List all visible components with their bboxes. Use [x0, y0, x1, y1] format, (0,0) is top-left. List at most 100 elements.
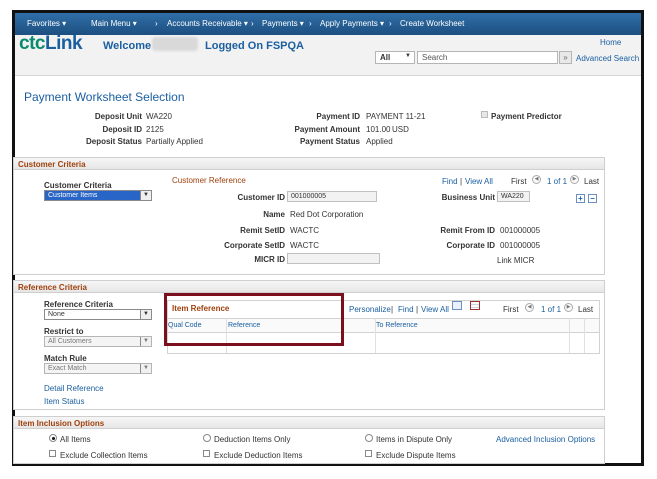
add-row-button[interactable]: +: [576, 194, 585, 203]
restrict-to-select[interactable]: All Customers ▼: [44, 336, 152, 347]
customer-first-label: First: [511, 177, 527, 186]
nav-separator-2: ›: [251, 19, 254, 28]
match-rule-select[interactable]: Exact Match ▼: [44, 363, 152, 374]
grid-pager: 1 of 1: [541, 305, 562, 314]
customer-id-field: 001000005: [287, 191, 377, 202]
exclude-deduction-checkbox[interactable]: [203, 450, 210, 457]
deduction-items-only-radio[interactable]: [203, 434, 211, 442]
remit-setid-value: WACTC: [290, 226, 320, 235]
payment-predictor-label: Payment Predictor: [491, 112, 562, 121]
zoom-grid-icon[interactable]: [452, 301, 462, 310]
user-name-redacted: [152, 37, 198, 51]
name-value: Red Dot Corporation: [290, 210, 364, 219]
item-status-link[interactable]: Item Status: [44, 397, 84, 406]
customer-criteria-header: Customer Criteria: [14, 158, 604, 170]
deduction-items-only-label: Deduction Items Only: [214, 435, 291, 444]
match-rule-label: Match Rule: [44, 354, 87, 363]
customer-criteria-select[interactable]: Customer Items ▼: [44, 190, 152, 201]
page-title: Payment Worksheet Selection: [24, 90, 185, 104]
deposit-unit-value: WA220: [146, 112, 172, 121]
payment-amount-label: Payment Amount: [294, 125, 361, 134]
exclude-dispute-checkbox[interactable]: [365, 450, 372, 457]
grid-separator-2: |: [416, 305, 419, 314]
grid-find-link[interactable]: Find: [398, 305, 414, 314]
search-scope-select[interactable]: All ▼: [375, 51, 415, 64]
remit-setid-label: Remit SetID: [240, 226, 285, 235]
grid-last-label: Last: [578, 305, 594, 314]
customer-next-icon[interactable]: ▶: [570, 175, 579, 185]
personalize-link[interactable]: Personalize: [349, 305, 391, 314]
logged-on-text: Logged On FSPQA: [205, 40, 304, 52]
corporate-id-value: 001000005: [500, 241, 541, 250]
item-inclusion-header: Item Inclusion Options: [14, 417, 604, 429]
nav-create-worksheet[interactable]: Create Worksheet: [400, 19, 464, 28]
delete-row-button[interactable]: −: [588, 194, 597, 203]
link-micr-text: Link MICR: [497, 256, 535, 265]
customer-pager: 1 of 1: [547, 177, 568, 186]
exclude-dispute-label: Exclude Dispute Items: [376, 451, 456, 460]
grid-view-all-link[interactable]: View All: [421, 305, 449, 314]
nav-separator-4: ›: [389, 19, 392, 28]
corporate-setid-label: Corporate SetID: [224, 241, 285, 250]
reference-criteria-select[interactable]: None ▼: [44, 309, 152, 320]
grid-col-divider-4: [584, 318, 585, 353]
nav-separator-3: ›: [309, 19, 312, 28]
nav-bar: Favorites ▾ Main Menu ▾ › Accounts Recei…: [15, 13, 641, 35]
payment-status-label: Payment Status: [299, 137, 360, 146]
corporate-id-label: Corporate ID: [446, 241, 495, 250]
nav-apply-payments[interactable]: Apply Payments ▾: [320, 19, 384, 28]
nav-favorites[interactable]: Favorites ▾: [27, 19, 66, 28]
deposit-id-label: Deposit ID: [102, 125, 142, 134]
business-unit-label: Business Unit: [441, 193, 495, 202]
name-label: Name: [263, 210, 285, 219]
customer-find-link[interactable]: Find: [442, 177, 458, 186]
advanced-inclusion-link[interactable]: Advanced Inclusion Options: [496, 435, 595, 444]
customer-view-all-link[interactable]: View All: [465, 177, 493, 186]
search-input[interactable]: Search: [417, 51, 558, 64]
deposit-status-label: Deposit Status: [85, 137, 142, 146]
payment-id-value: PAYMENT 11-21: [366, 112, 426, 121]
grid-first-label: First: [503, 305, 519, 314]
payment-currency: USD: [392, 125, 409, 134]
remit-from-id-value: 001000005: [500, 226, 541, 235]
detail-reference-link[interactable]: Detail Reference: [44, 384, 104, 393]
deposit-status-value: Partially Applied: [146, 137, 203, 146]
items-in-dispute-only-radio[interactable]: [365, 434, 373, 442]
nav-payments[interactable]: Payments ▾: [262, 19, 304, 28]
payment-status-value: Applied: [366, 137, 393, 146]
grid-prev-icon[interactable]: ◀: [525, 303, 534, 313]
deposit-id-value: 2125: [146, 125, 164, 134]
exclude-deduction-label: Exclude Deduction Items: [214, 451, 303, 460]
micr-id-label: MICR ID: [254, 255, 285, 264]
grid-separator-1: |: [391, 305, 394, 314]
exclude-collection-checkbox[interactable]: [49, 450, 56, 457]
grid-next-icon[interactable]: ▶: [564, 303, 573, 313]
remit-from-id-label: Remit From ID: [440, 226, 495, 235]
payment-amount-value: 101.00: [366, 125, 391, 134]
customer-prev-icon[interactable]: ◀: [532, 175, 541, 185]
exclude-collection-label: Exclude Collection Items: [60, 451, 148, 460]
item-reference-highlight-box: [164, 293, 344, 346]
business-unit-field: WA220: [497, 191, 530, 202]
reference-criteria-label: Reference Criteria: [44, 300, 113, 309]
col-to-reference[interactable]: To Reference: [376, 322, 418, 329]
payment-predictor-checkbox[interactable]: [481, 111, 488, 118]
advanced-search-link[interactable]: Advanced Search: [576, 54, 639, 63]
all-items-radio[interactable]: [49, 434, 57, 442]
micr-id-field: [287, 253, 380, 264]
customer-last-label: Last: [584, 177, 600, 186]
ctclink-logo: ctcLink: [19, 33, 83, 54]
home-link[interactable]: Home: [600, 38, 621, 47]
nav-accounts-receivable[interactable]: Accounts Receivable ▾: [167, 19, 248, 28]
payment-id-label: Payment ID: [316, 112, 360, 121]
search-go-button[interactable]: »: [559, 51, 572, 64]
customer-criteria-label: Customer Criteria: [44, 181, 112, 190]
customer-reference-title: Customer Reference: [172, 176, 246, 185]
customer-separator: |: [460, 177, 463, 186]
corporate-setid-value: WACTC: [290, 241, 320, 250]
items-in-dispute-only-label: Items in Dispute Only: [376, 435, 453, 444]
nav-separator-1: ›: [155, 19, 158, 28]
download-excel-icon[interactable]: [470, 301, 480, 310]
nav-main-menu[interactable]: Main Menu ▾: [91, 19, 137, 28]
customer-id-label: Customer ID: [237, 193, 285, 202]
